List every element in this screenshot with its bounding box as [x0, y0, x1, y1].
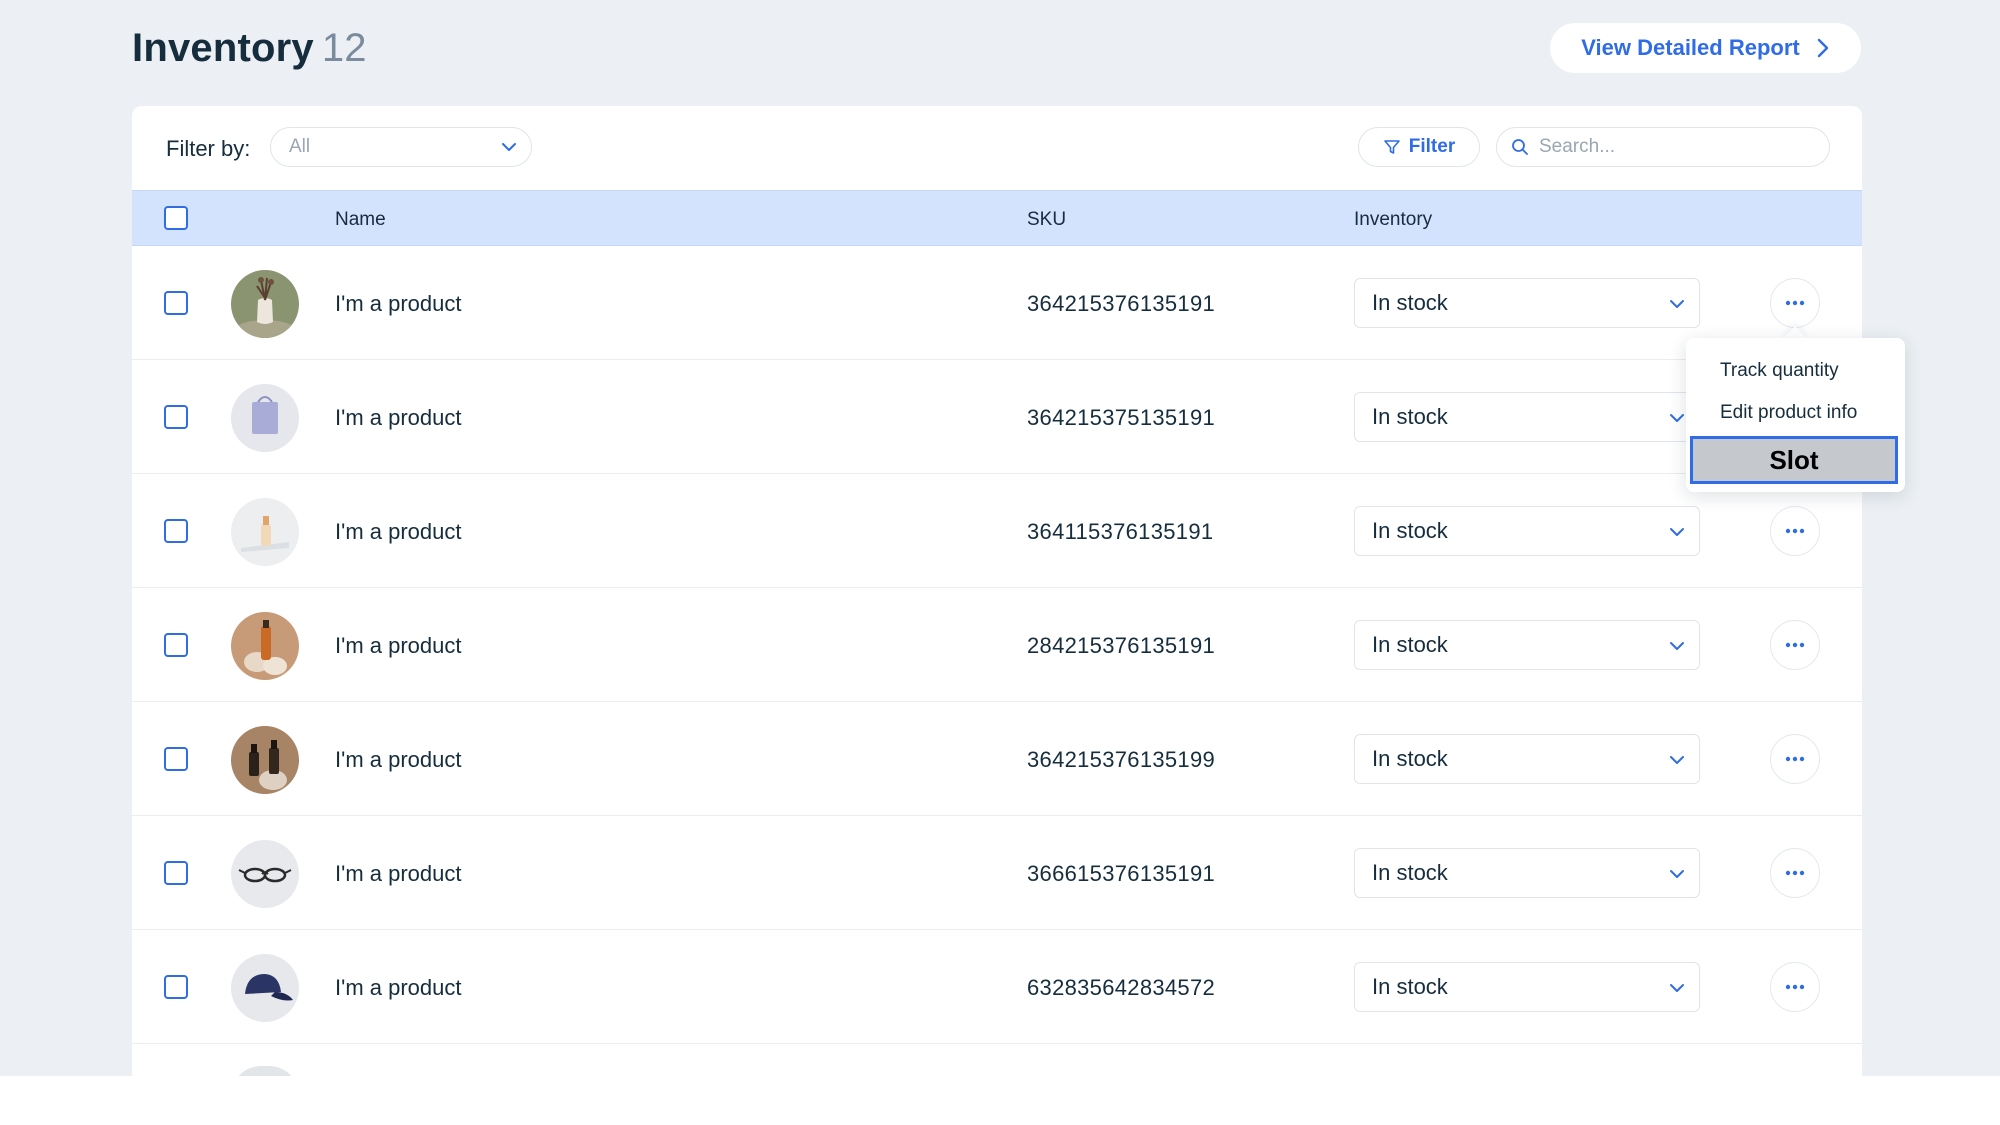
- product-name: I'm a product: [335, 291, 462, 316]
- product-sku: 364215375135191: [1027, 405, 1216, 430]
- row-checkbox[interactable]: [164, 519, 188, 543]
- filter-bar: Filter by: All Filter: [132, 106, 1862, 190]
- page-title: Inventory 12: [132, 26, 367, 71]
- row-checkbox[interactable]: [164, 747, 188, 771]
- inventory-status-value: In stock: [1372, 290, 1448, 315]
- product-thumbnail-dark-bottles: [231, 726, 299, 794]
- inventory-status-select[interactable]: In stock: [1354, 620, 1700, 670]
- table-row[interactable]: I'm a product 364215376135191 In stock: [132, 246, 1862, 360]
- chevron-down-icon: [1670, 528, 1684, 536]
- row-checkbox[interactable]: [164, 633, 188, 657]
- table-row[interactable]: I'm a product 632835642834572 In stock: [132, 930, 1862, 1044]
- inventory-status-value: In stock: [1372, 746, 1448, 771]
- menu-item-track-quantity[interactable]: Track quantity: [1720, 360, 1839, 382]
- chevron-down-icon: [1670, 300, 1684, 308]
- view-detailed-report-button[interactable]: View Detailed Report: [1550, 23, 1861, 73]
- table-row[interactable]: I'm a product 364215375135191 In stock: [132, 360, 1862, 474]
- column-header-name: Name: [335, 209, 386, 230]
- menu-item-edit-product-info[interactable]: Edit product info: [1720, 402, 1857, 424]
- product-name: I'm a product: [335, 633, 462, 658]
- product-thumbnail-serum-bottle: [231, 498, 299, 566]
- inventory-status-value: In stock: [1372, 974, 1448, 999]
- chevron-down-icon: [1670, 414, 1684, 422]
- inventory-status-value: In stock: [1372, 404, 1448, 429]
- filter-by-label: Filter by:: [166, 136, 251, 161]
- product-sku: 284215376135191: [1027, 633, 1216, 658]
- funnel-icon: [1383, 140, 1400, 154]
- chevron-down-icon: [1670, 984, 1684, 992]
- more-actions-button[interactable]: [1770, 734, 1820, 784]
- product-sku: 364215376135191: [1027, 291, 1216, 316]
- ellipsis-icon: [1785, 642, 1805, 648]
- table-row[interactable]: I'm a product 366615376135191 In stock: [132, 816, 1862, 930]
- page-title-text: Inventory: [132, 26, 314, 70]
- slot-label: Slot: [1769, 444, 1819, 475]
- inventory-status-select[interactable]: In stock: [1354, 278, 1700, 328]
- ellipsis-icon: [1785, 756, 1805, 762]
- table-row[interactable]: I'm a product 284215376135191 In stock: [132, 588, 1862, 702]
- more-actions-button[interactable]: [1770, 848, 1820, 898]
- inventory-status-select[interactable]: In stock: [1354, 848, 1700, 898]
- chevron-down-icon: [1670, 642, 1684, 650]
- column-header-inventory: Inventory: [1354, 209, 1433, 230]
- more-actions-button[interactable]: [1770, 962, 1820, 1012]
- more-actions-button[interactable]: [1770, 506, 1820, 556]
- row-checkbox[interactable]: [164, 291, 188, 315]
- more-actions-button[interactable]: [1770, 620, 1820, 670]
- report-button-label: View Detailed Report: [1581, 35, 1800, 60]
- row-checkbox[interactable]: [164, 975, 188, 999]
- filter-button[interactable]: Filter: [1358, 127, 1480, 167]
- ellipsis-icon: [1785, 300, 1805, 306]
- product-name: I'm a product: [335, 861, 462, 886]
- table-header: Name SKU Inventory: [132, 190, 1862, 246]
- inventory-status-value: In stock: [1372, 860, 1448, 885]
- product-name: I'm a product: [335, 405, 462, 430]
- filter-button-label: Filter: [1408, 136, 1456, 157]
- chevron-right-icon: [1817, 38, 1828, 58]
- filter-select-value: All: [289, 136, 311, 157]
- product-sku: 364215376135199: [1027, 747, 1216, 772]
- product-thumbnail-tote-bag: [231, 384, 299, 452]
- menu-slot-placeholder[interactable]: Slot: [1690, 436, 1898, 484]
- inventory-status-select[interactable]: In stock: [1354, 962, 1700, 1012]
- table-row[interactable]: I'm a product 364115376135191 In stock: [132, 474, 1862, 588]
- inventory-status-select[interactable]: In stock: [1354, 392, 1700, 442]
- product-thumbnail-amber-bottle: [231, 612, 299, 680]
- inventory-status-select[interactable]: In stock: [1354, 506, 1700, 556]
- product-name: I'm a product: [335, 747, 462, 772]
- inventory-status-value: In stock: [1372, 518, 1448, 543]
- ellipsis-icon: [1785, 984, 1805, 990]
- table-row[interactable]: I'm a product 364215376135199 In stock: [132, 702, 1862, 816]
- product-thumbnail-eyeglasses: [231, 840, 299, 908]
- chevron-down-icon: [502, 143, 516, 151]
- page-background: Inventory 12 View Detailed Report Filter …: [0, 0, 2000, 1076]
- search-box[interactable]: [1496, 127, 1830, 167]
- inventory-status-select[interactable]: In stock: [1354, 734, 1700, 784]
- row-checkbox[interactable]: [164, 861, 188, 885]
- row-actions-menu: Track quantity Edit product info Slot: [1686, 338, 1905, 492]
- product-sku: 632835642834572: [1027, 975, 1216, 1000]
- filter-select[interactable]: All: [270, 127, 532, 167]
- column-header-sku: SKU: [1027, 209, 1067, 230]
- search-icon: [1512, 139, 1528, 155]
- product-thumbnail-vase: [231, 270, 299, 338]
- chevron-down-icon: [1670, 870, 1684, 878]
- product-sku: 366615376135191: [1027, 861, 1216, 886]
- inventory-status-value: In stock: [1372, 632, 1448, 657]
- chevron-down-icon: [1670, 756, 1684, 764]
- product-name: I'm a product: [335, 975, 462, 1000]
- inventory-table-card: Filter by: All Filter Name SKU Inventory: [132, 106, 1862, 1076]
- ellipsis-icon: [1785, 528, 1805, 534]
- search-input[interactable]: [1539, 136, 1809, 158]
- select-all-checkbox[interactable]: [164, 206, 188, 230]
- product-sku: 364115376135191: [1027, 519, 1214, 544]
- product-thumbnail-cap: [231, 954, 299, 1022]
- more-actions-button[interactable]: [1770, 278, 1820, 328]
- item-count: 12: [321, 26, 367, 70]
- row-checkbox[interactable]: [164, 405, 188, 429]
- ellipsis-icon: [1785, 870, 1805, 876]
- product-name: I'm a product: [335, 519, 462, 544]
